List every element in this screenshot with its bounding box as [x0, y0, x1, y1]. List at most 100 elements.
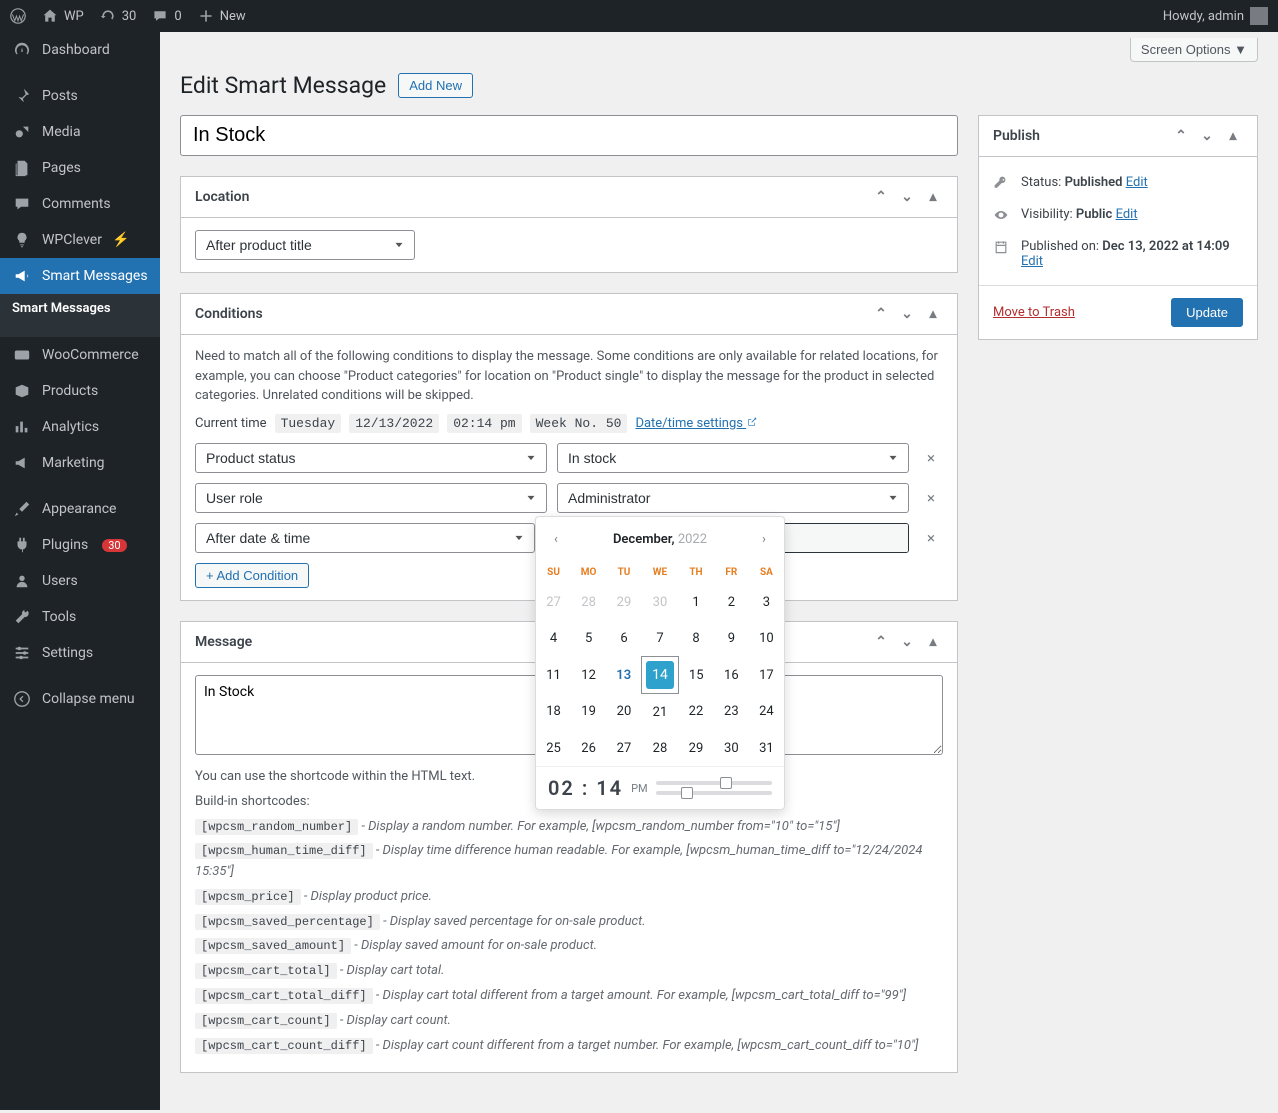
day-cell[interactable]: 2 [717, 588, 745, 616]
account-link[interactable]: Howdy, admin [1163, 7, 1268, 25]
day-cell[interactable]: 26 [575, 734, 603, 762]
location-select[interactable]: After product title [195, 230, 415, 260]
menu-dashboard[interactable]: Dashboard [0, 32, 160, 68]
day-cell[interactable]: 21 [646, 698, 674, 726]
menu-comments[interactable]: Comments [0, 186, 160, 222]
move-down-icon[interactable]: ⌄ [1197, 126, 1217, 146]
submenu-add-new[interactable] [0, 323, 160, 337]
remove-condition-button[interactable]: × [919, 489, 943, 507]
minute-slider[interactable] [656, 791, 772, 795]
move-to-trash-link[interactable]: Move to Trash [993, 305, 1075, 320]
day-cell[interactable]: 15 [682, 661, 710, 689]
menu-appearance[interactable]: Appearance [0, 491, 160, 527]
condition-type-select[interactable]: User role [195, 483, 547, 513]
day-cell[interactable]: 3 [752, 588, 780, 616]
move-down-icon[interactable]: ⌄ [897, 187, 917, 207]
calendar-icon [993, 239, 1011, 259]
day-cell[interactable]: 16 [717, 661, 745, 689]
toggle-icon[interactable]: ▴ [1223, 126, 1243, 146]
move-up-icon[interactable]: ⌃ [871, 632, 891, 652]
day-cell[interactable]: 30 [717, 734, 745, 762]
hour-slider[interactable] [656, 781, 772, 785]
day-cell[interactable]: 12 [575, 661, 603, 689]
move-up-icon[interactable]: ⌃ [1171, 126, 1191, 146]
condition-value-select[interactable]: In stock [557, 443, 909, 473]
submenu-smart-messages[interactable]: Smart Messages [0, 294, 160, 323]
menu-pages[interactable]: Pages [0, 150, 160, 186]
menu-products[interactable]: Products [0, 373, 160, 409]
prev-month-button[interactable]: ‹ [544, 527, 568, 551]
day-cell[interactable]: 19 [575, 698, 603, 726]
day-cell[interactable]: 22 [682, 698, 710, 726]
day-cell[interactable]: 20 [610, 698, 638, 726]
condition-type-select[interactable]: After date & time [195, 523, 535, 553]
menu-plugins[interactable]: Plugins30 [0, 527, 160, 563]
edit-visibility-link[interactable]: Edit [1116, 207, 1138, 222]
day-cell[interactable]: 10 [752, 624, 780, 652]
day-cell[interactable]: 17 [752, 661, 780, 689]
toggle-icon[interactable]: ▴ [923, 632, 943, 652]
day-cell[interactable]: 4 [540, 624, 568, 652]
menu-collapse[interactable]: Collapse menu [0, 681, 160, 717]
move-up-icon[interactable]: ⌃ [871, 187, 891, 207]
day-cell[interactable]: 23 [717, 698, 745, 726]
menu-smart-messages[interactable]: Smart Messages [0, 258, 160, 294]
add-condition-button[interactable]: + Add Condition [195, 563, 309, 588]
move-up-icon[interactable]: ⌃ [871, 304, 891, 324]
datepicker: ‹ December, 2022 › SUMOTUWETHFRSA 272829… [535, 516, 785, 810]
day-cell[interactable]: 11 [540, 661, 568, 689]
day-cell[interactable]: 25 [540, 734, 568, 762]
next-month-button[interactable]: › [752, 527, 776, 551]
day-cell[interactable]: 28 [575, 588, 603, 616]
day-cell[interactable]: 5 [575, 624, 603, 652]
menu-users[interactable]: Users [0, 563, 160, 599]
comments-link[interactable]: 0 [152, 8, 181, 24]
day-cell[interactable]: 29 [682, 734, 710, 762]
datetime-settings-link[interactable]: Date/time settings [635, 416, 758, 431]
day-cell[interactable]: 14 [646, 661, 674, 689]
day-cell[interactable]: 31 [752, 734, 780, 762]
day-cell[interactable]: 24 [752, 698, 780, 726]
site-link[interactable]: WP [42, 8, 84, 24]
shortcode-desc: - Display cart count. [340, 1013, 451, 1028]
menu-posts[interactable]: Posts [0, 78, 160, 114]
conditions-note: Need to match all of the following condi… [195, 347, 943, 406]
day-cell[interactable]: 8 [682, 624, 710, 652]
menu-marketing[interactable]: Marketing [0, 445, 160, 481]
update-button[interactable]: Update [1171, 298, 1243, 327]
wp-logo[interactable] [10, 8, 26, 24]
day-cell[interactable]: 29 [610, 588, 638, 616]
add-new-button[interactable]: Add New [398, 73, 473, 98]
updates-link[interactable]: 30 [100, 8, 137, 24]
edit-status-link[interactable]: Edit [1126, 175, 1148, 190]
menu-analytics[interactable]: Analytics [0, 409, 160, 445]
move-down-icon[interactable]: ⌄ [897, 304, 917, 324]
day-cell[interactable]: 18 [540, 698, 568, 726]
day-cell[interactable]: 6 [610, 624, 638, 652]
condition-value-select[interactable]: Administrator [557, 483, 909, 513]
toggle-icon[interactable]: ▴ [923, 304, 943, 324]
remove-condition-button[interactable]: × [919, 529, 943, 547]
menu-wpclever[interactable]: WPClever⚡ [0, 222, 160, 258]
toggle-icon[interactable]: ▴ [923, 187, 943, 207]
day-cell[interactable]: 27 [610, 734, 638, 762]
day-cell[interactable]: 30 [646, 588, 674, 616]
shortcode-desc: - Display saved percentage for on-sale p… [383, 914, 646, 929]
day-cell[interactable]: 7 [646, 624, 674, 652]
day-cell[interactable]: 27 [540, 588, 568, 616]
day-cell[interactable]: 13 [610, 661, 638, 689]
day-cell[interactable]: 9 [717, 624, 745, 652]
post-title-input[interactable] [180, 115, 958, 156]
menu-woocommerce[interactable]: WooCommerce [0, 337, 160, 373]
move-down-icon[interactable]: ⌄ [897, 632, 917, 652]
condition-type-select[interactable]: Product status [195, 443, 547, 473]
menu-media[interactable]: Media [0, 114, 160, 150]
remove-condition-button[interactable]: × [919, 449, 943, 467]
screen-options-button[interactable]: Screen Options ▼ [1130, 38, 1258, 62]
day-cell[interactable]: 1 [682, 588, 710, 616]
menu-settings[interactable]: Settings [0, 635, 160, 671]
new-link[interactable]: New [198, 8, 246, 24]
menu-tools[interactable]: Tools [0, 599, 160, 635]
edit-date-link[interactable]: Edit [1021, 254, 1043, 269]
day-cell[interactable]: 28 [646, 734, 674, 762]
